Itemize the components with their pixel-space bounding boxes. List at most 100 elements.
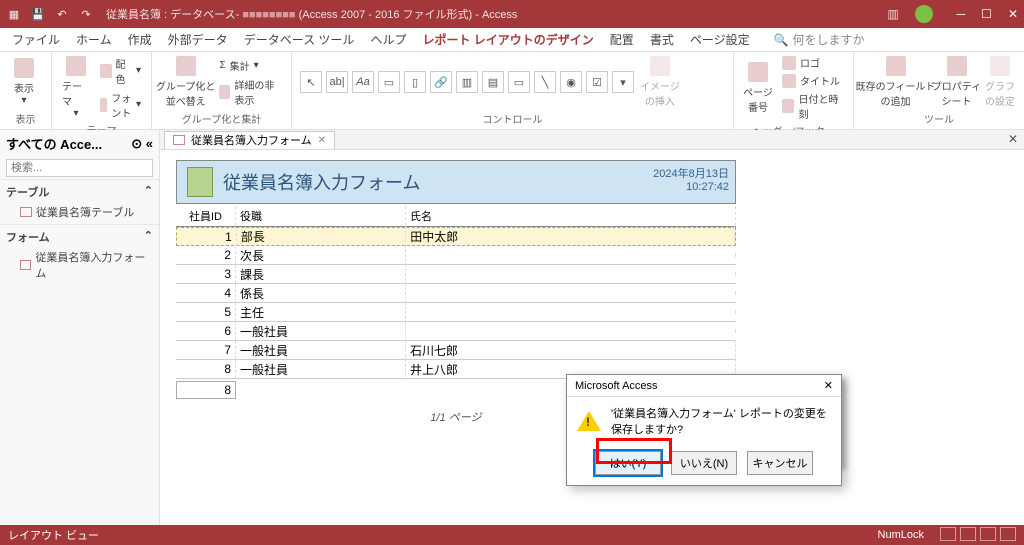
cell-role[interactable]: 課長: [236, 264, 406, 285]
total-count[interactable]: 8: [176, 381, 236, 399]
combo-control[interactable]: ▥: [456, 71, 478, 93]
title-bar: ▦ 💾 ↶ ↷ 従業員名簿 : データベース- ■■■■■■■■ (Access…: [0, 0, 1024, 28]
fonts-button[interactable]: フォント▾: [98, 89, 143, 121]
cell-name[interactable]: [406, 291, 736, 295]
hyperlink-control[interactable]: 🔗: [430, 71, 452, 93]
cell-id[interactable]: 1: [177, 228, 237, 246]
col-header-name[interactable]: 氏名: [406, 206, 736, 226]
document-tab[interactable]: 従業員名簿入力フォーム ✕: [164, 131, 335, 149]
report-header[interactable]: 従業員名簿入力フォーム 2024年8月13日10:27:42: [176, 160, 736, 204]
maximize-button[interactable]: ☐: [981, 7, 992, 21]
cell-name[interactable]: 石川七郎: [406, 340, 736, 361]
cell-role[interactable]: 次長: [236, 245, 406, 266]
more-controls[interactable]: ▾: [612, 71, 634, 93]
cell-name[interactable]: [406, 272, 736, 276]
table-row[interactable]: 2次長: [176, 246, 736, 265]
cell-role[interactable]: 一般社員: [236, 359, 406, 380]
nav-search-input[interactable]: [6, 159, 153, 177]
add-existing-fields-button[interactable]: 既存のフィールド の追加: [862, 54, 929, 110]
tell-me-search[interactable]: 🔍 何をしますか: [774, 31, 865, 48]
tab-format[interactable]: 書式: [642, 28, 682, 51]
tab-help[interactable]: ヘルプ: [362, 28, 414, 51]
redo-icon[interactable]: ↷: [78, 6, 94, 22]
dialog-yes-button[interactable]: はい(Y): [595, 451, 661, 475]
minimize-button[interactable]: ─: [957, 7, 966, 21]
tab-create[interactable]: 作成: [120, 28, 160, 51]
cell-id[interactable]: 5: [176, 303, 236, 321]
table-row[interactable]: 1部長田中太郎: [176, 227, 736, 246]
line-control[interactable]: ╲: [534, 71, 556, 93]
table-row[interactable]: 6一般社員: [176, 322, 736, 341]
nav-pane-header[interactable]: すべての Acce...⊙ «: [0, 130, 159, 157]
cell-id[interactable]: 2: [176, 246, 236, 264]
select-control[interactable]: ↖: [300, 71, 322, 93]
nav-section-forms[interactable]: フォーム⌃: [6, 227, 153, 247]
table-row[interactable]: 4係長: [176, 284, 736, 303]
cell-name[interactable]: [406, 329, 736, 333]
cell-name[interactable]: 田中太郎: [406, 226, 735, 247]
status-numlock: NumLock: [878, 529, 924, 541]
cell-name[interactable]: [406, 253, 736, 257]
textbox-control[interactable]: ab|: [326, 71, 348, 93]
themes-button[interactable]: テーマ▾: [60, 54, 92, 121]
checkbox-control[interactable]: ☑: [586, 71, 608, 93]
close-button[interactable]: ✕: [1008, 7, 1018, 21]
cell-role[interactable]: 係長: [236, 283, 406, 304]
account-avatar[interactable]: [915, 5, 933, 23]
tab-database-tools[interactable]: データベース ツール: [236, 28, 363, 51]
view-switcher[interactable]: [936, 527, 1016, 544]
nav-section-tables[interactable]: テーブル⌃: [6, 182, 153, 202]
form-icon: [20, 260, 31, 270]
table-row[interactable]: 3課長: [176, 265, 736, 284]
cell-id[interactable]: 8: [176, 360, 236, 378]
table-row[interactable]: 7一般社員石川七郎: [176, 341, 736, 360]
cell-id[interactable]: 4: [176, 284, 236, 302]
column-headers: 社員ID 役職 氏名: [176, 206, 736, 227]
totals-button[interactable]: Σ集計▾: [217, 57, 283, 74]
dialog-title: Microsoft Access: [575, 380, 658, 392]
dialog-close-icon[interactable]: ✕: [824, 379, 833, 392]
nav-item-employee-form[interactable]: 従業員名簿入力フォーム: [6, 247, 153, 283]
cell-id[interactable]: 3: [176, 265, 236, 283]
document-close-button[interactable]: ✕: [1008, 132, 1018, 146]
tab-report-layout-design[interactable]: レポート レイアウトのデザイン: [414, 28, 601, 51]
table-row[interactable]: 5主任: [176, 303, 736, 322]
group-and-sort-button[interactable]: グループ化と 並べ替え: [160, 54, 211, 110]
cell-id[interactable]: 7: [176, 341, 236, 359]
cell-role[interactable]: 一般社員: [236, 340, 406, 361]
title-button[interactable]: タイトル: [780, 72, 845, 89]
cell-role[interactable]: 一般社員: [236, 321, 406, 342]
nav-item-employee-table[interactable]: 従業員名簿テーブル: [6, 202, 153, 222]
colors-button[interactable]: 配色▾: [98, 55, 143, 87]
dialog-no-button[interactable]: いいえ(N): [671, 451, 737, 475]
property-sheet-button[interactable]: プロパティ シート: [935, 54, 978, 110]
page-numbers-button[interactable]: ページ 番号: [742, 60, 774, 116]
cell-name[interactable]: [406, 310, 736, 314]
col-header-role[interactable]: 役職: [236, 206, 406, 226]
undo-icon[interactable]: ↶: [54, 6, 70, 22]
tab-page-setup[interactable]: ページ設定: [682, 28, 758, 51]
button-control[interactable]: ▭: [378, 71, 400, 93]
dialog-cancel-button[interactable]: キャンセル: [747, 451, 813, 475]
tab-home[interactable]: ホーム: [68, 28, 120, 51]
view-button[interactable]: 表示▾: [8, 56, 40, 108]
cell-role[interactable]: 主任: [236, 302, 406, 323]
logo-button[interactable]: ロゴ: [780, 54, 845, 71]
warning-icon: [577, 411, 601, 431]
label-control[interactable]: Aa: [352, 71, 374, 93]
save-icon[interactable]: 💾: [30, 6, 46, 22]
tab-close-icon[interactable]: ✕: [318, 135, 326, 146]
tab-control[interactable]: ▯: [404, 71, 426, 93]
chart-control[interactable]: ▭: [508, 71, 530, 93]
tab-file[interactable]: ファイル: [4, 28, 68, 51]
tab-arrange[interactable]: 配置: [602, 28, 642, 51]
save-confirm-dialog: Microsoft Access ✕ '従業員名簿入力フォーム' レポートの変更…: [566, 374, 842, 486]
hide-details-button[interactable]: 詳細の非表示: [217, 76, 283, 108]
listbox-control[interactable]: ▤: [482, 71, 504, 93]
col-header-id[interactable]: 社員ID: [176, 206, 236, 226]
date-time-button[interactable]: 日付と時刻: [780, 90, 845, 122]
cell-id[interactable]: 6: [176, 322, 236, 340]
toggle-control[interactable]: ◉: [560, 71, 582, 93]
tab-external-data[interactable]: 外部データ: [160, 28, 236, 51]
ribbon-options-icon[interactable]: ▥: [887, 7, 898, 21]
